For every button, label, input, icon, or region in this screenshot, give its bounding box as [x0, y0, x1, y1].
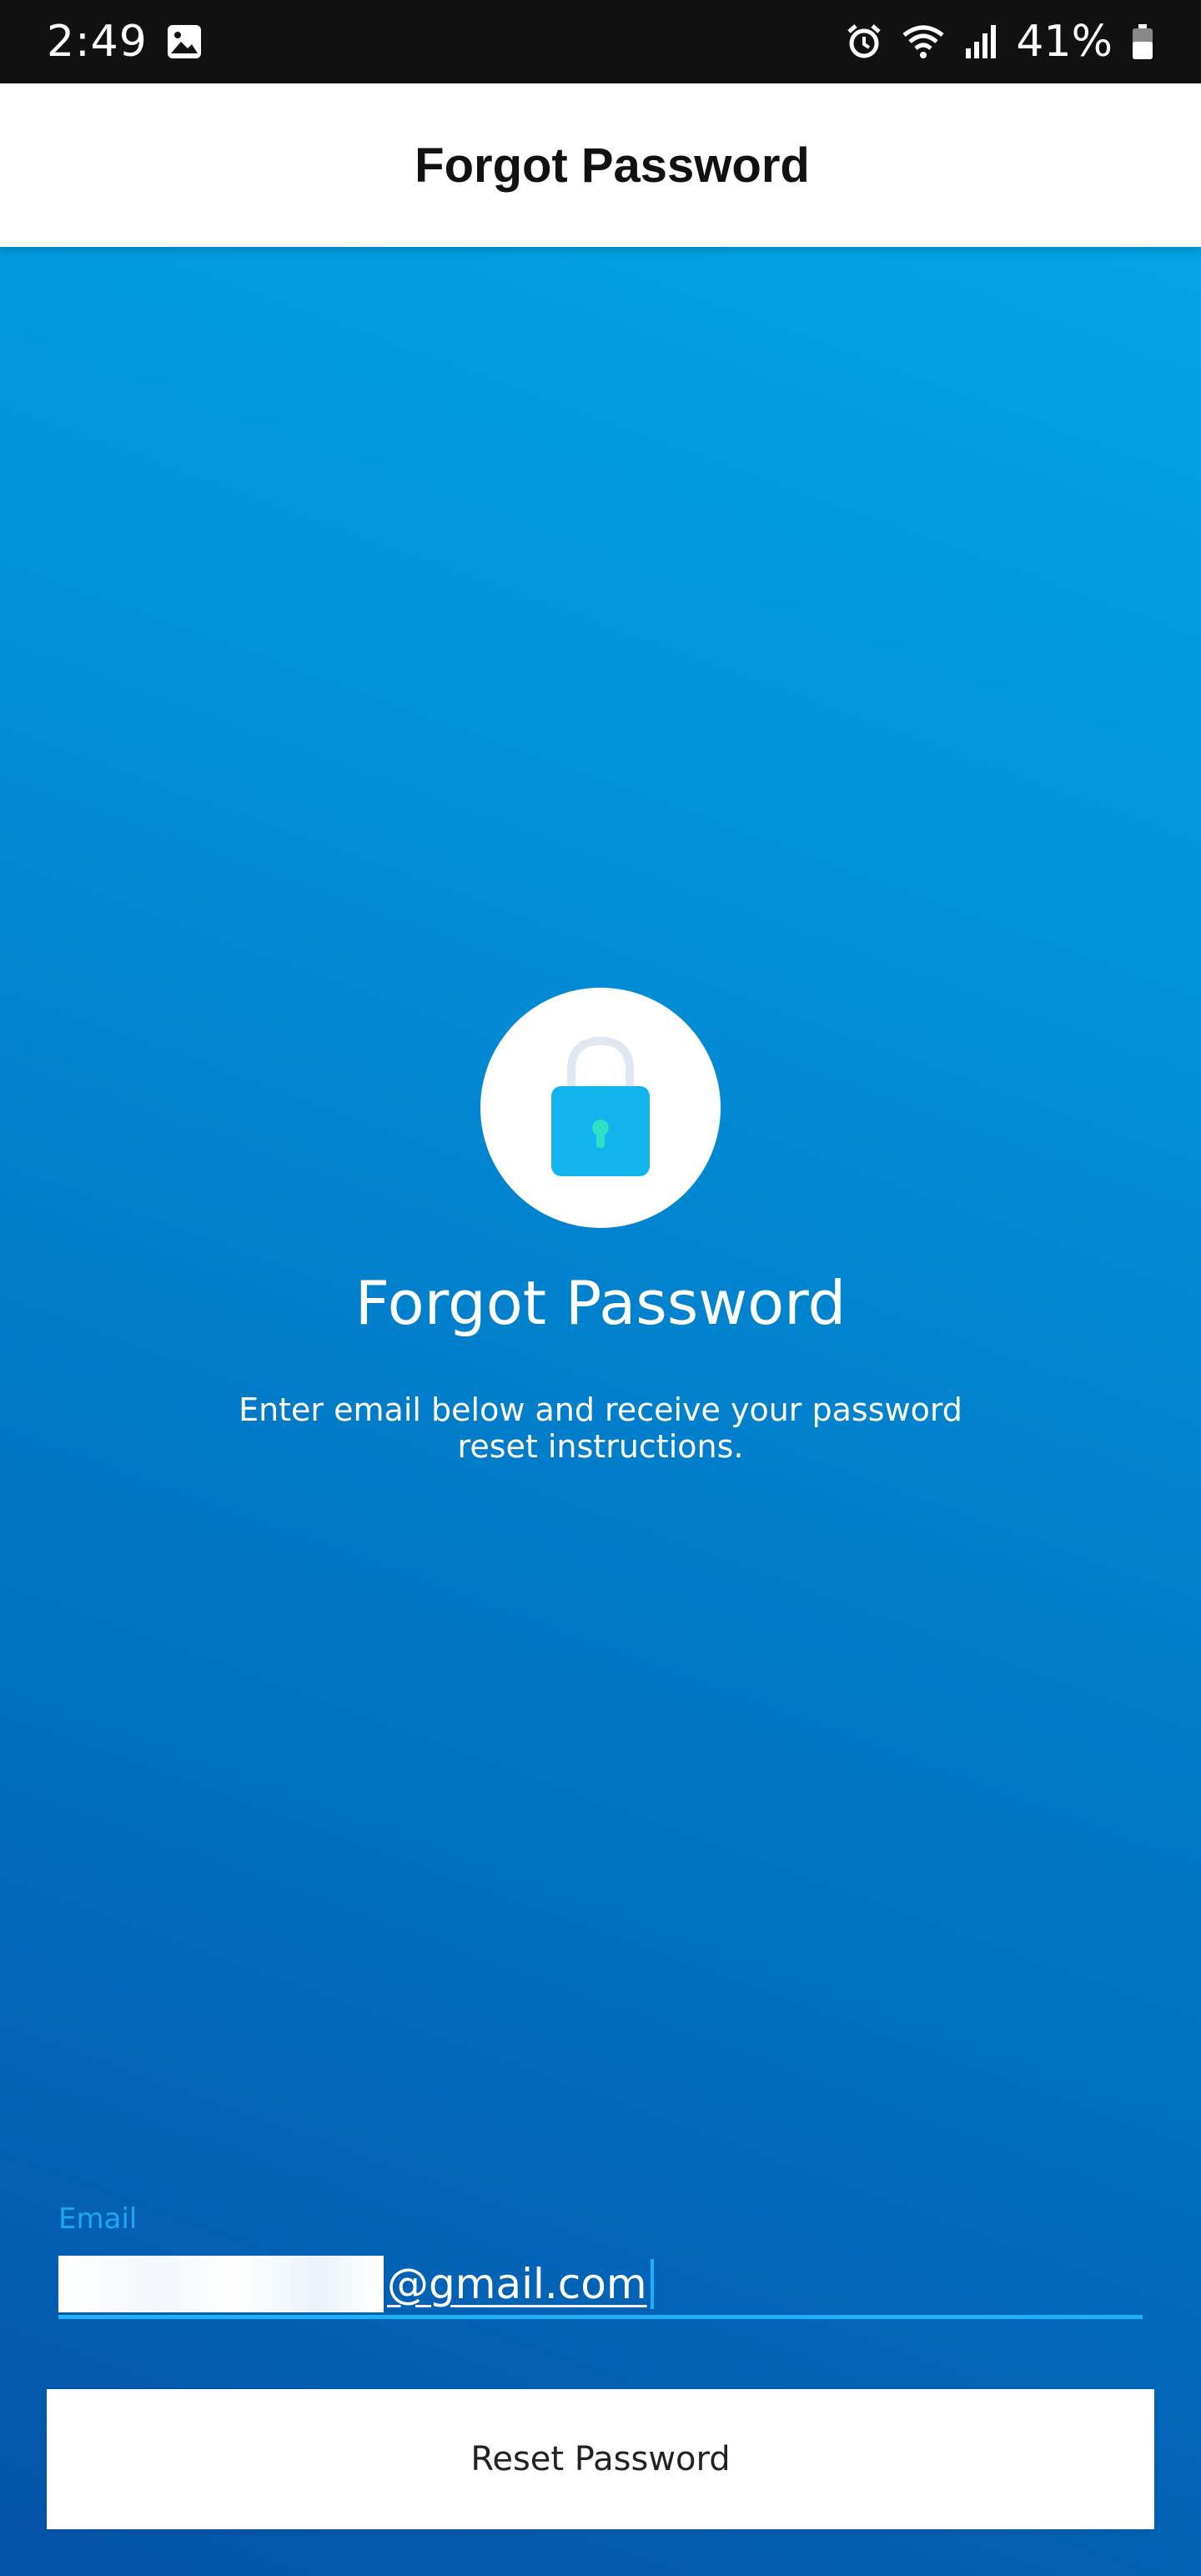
status-right: 41% — [846, 17, 1154, 67]
signal-icon — [964, 23, 997, 60]
email-value: @gmail.com — [387, 2259, 647, 2308]
battery-icon — [1131, 23, 1154, 60]
status-bar: 2:49 41% — [0, 0, 1201, 83]
hero-subtitle: Enter email below and receive your passw… — [239, 1391, 962, 1465]
reset-password-button[interactable]: Reset Password — [47, 2389, 1154, 2529]
wifi-icon — [901, 23, 946, 60]
email-label: Email — [58, 2202, 138, 2236]
redacted-email-part — [58, 2255, 384, 2312]
hero-title: Forgot Password — [354, 1268, 847, 1338]
forgot-password-screen: 2:49 41% Forgot Password Forgot Password… — [0, 0, 1201, 2576]
lock-badge — [480, 988, 721, 1228]
email-field[interactable]: @gmail.com — [58, 2252, 1143, 2319]
status-time: 2:49 — [47, 17, 148, 67]
status-left: 2:49 — [47, 17, 203, 67]
app-bar: Forgot Password — [0, 83, 1201, 247]
alarm-icon — [846, 23, 882, 60]
lock-icon — [546, 1031, 655, 1185]
battery-percentage: 41% — [1016, 17, 1113, 67]
app-bar-title: Forgot Password — [415, 138, 810, 193]
text-cursor — [650, 2258, 654, 2309]
image-icon — [166, 23, 203, 60]
